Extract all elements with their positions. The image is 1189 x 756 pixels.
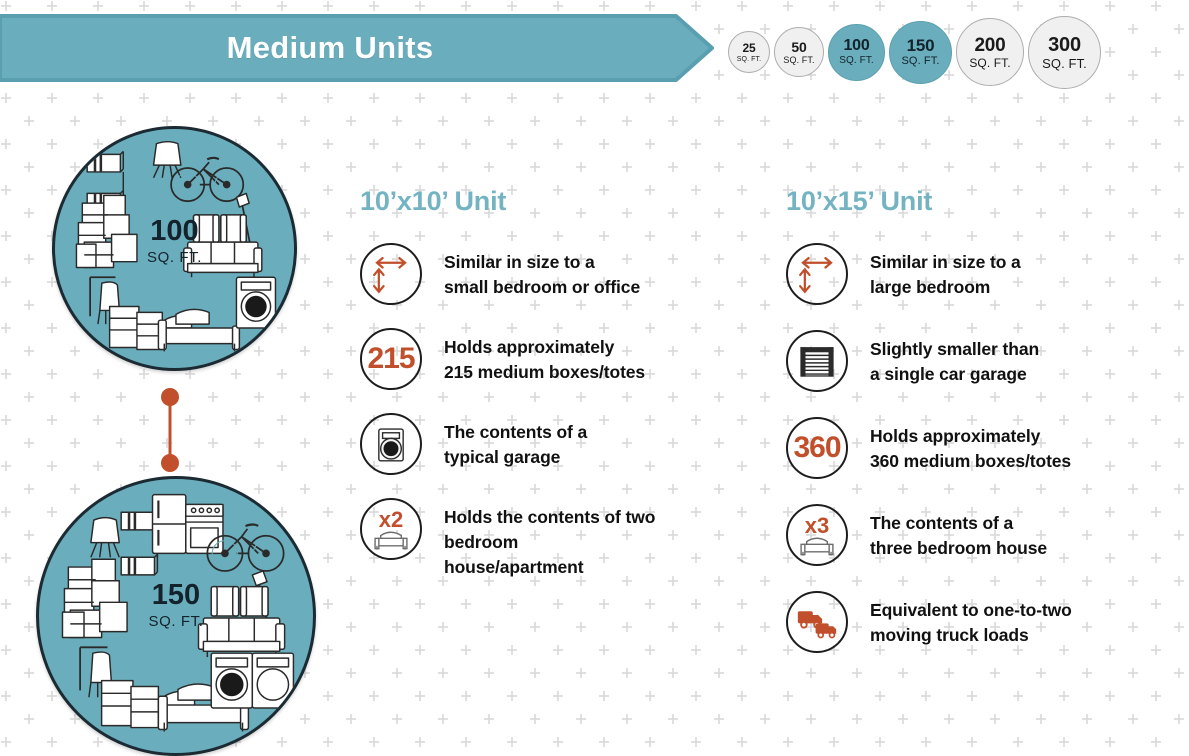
feature-text: Similar in size to a small bedroom or of… xyxy=(444,252,641,298)
feature-item: Similar in size to a small bedroom or of… xyxy=(360,243,780,305)
size-chip-value: 300 xyxy=(1048,33,1081,56)
washing-machine-icon xyxy=(360,413,422,475)
unit-150-contents-art xyxy=(61,493,295,732)
bed-multiplier-value: x3 xyxy=(804,513,830,538)
feature-item: Equivalent to one-to-two moving truck lo… xyxy=(786,591,1186,653)
size-chip-300[interactable]: 300 SQ. FT. xyxy=(1028,15,1101,89)
bed-multiplier-icon: x2 xyxy=(360,498,422,560)
size-chip-value: 100 xyxy=(843,37,870,54)
garage-door-icon xyxy=(786,330,848,392)
dimensions-arrows-icon xyxy=(799,256,833,294)
box-count-icon: 360 xyxy=(786,417,848,479)
size-chip-value: 25 xyxy=(742,40,756,55)
dimensions-arrows-icon xyxy=(360,243,422,305)
unit-illustrations: 100 SQ. FT. 150 SQ. FT. xyxy=(0,96,345,756)
page-title: Medium Units xyxy=(226,30,434,65)
feature-text: Holds approximately 215 medium boxes/tot… xyxy=(444,337,646,383)
size-chip-25[interactable]: 25 SQ. FT. xyxy=(728,31,770,73)
dimensions-arrows-icon xyxy=(373,256,407,294)
garage-door-icon xyxy=(800,347,834,377)
feature-item: 215 Holds approximately 215 medium boxes/… xyxy=(360,328,780,390)
feature-text: The contents of a three bedroom house xyxy=(870,513,1048,559)
feature-text: Similar in size to a large bedroom xyxy=(870,252,1021,298)
moving-trucks-icon xyxy=(797,611,837,639)
feature-item: 360 Holds approximately 360 medium boxes/… xyxy=(786,417,1186,479)
box-count-value: 360 xyxy=(793,431,841,464)
unit-100-contents-art xyxy=(75,140,277,352)
size-chip-value: 150 xyxy=(906,36,935,55)
feature-list-10x10: Similar in size to a small bedroom or of… xyxy=(360,243,780,581)
feature-text: Slightly smaller than a single car garag… xyxy=(870,339,1040,385)
unit-column-10x10: 10’x10’ Unit Similar in size to a small … xyxy=(360,186,780,604)
size-chip-unit: SQ. FT. xyxy=(901,55,940,67)
column-heading-10x10: 10’x10’ Unit xyxy=(360,186,507,216)
dimensions-arrows-icon xyxy=(786,243,848,305)
column-heading-10x15: 10’x15’ Unit xyxy=(786,186,933,216)
header-banner: Medium Units xyxy=(0,14,716,82)
bed-multiplier-icon: x3 xyxy=(786,504,848,566)
size-chip-150[interactable]: 150 SQ. FT. xyxy=(889,20,952,84)
size-selector[interactable]: 25 SQ. FT. 50 SQ. FT. 100 SQ. FT. 150 SQ. FT. 20… xyxy=(728,14,1183,90)
size-chip-200[interactable]: 200 SQ. FT. xyxy=(956,18,1024,86)
size-chip-unit: SQ. FT. xyxy=(1042,55,1087,71)
circle-connector xyxy=(161,388,179,472)
feature-text: Holds approximately 360 medium boxes/tot… xyxy=(870,426,1072,472)
box-count-icon: 215 xyxy=(360,328,422,390)
feature-text: The contents of a typical garage xyxy=(444,422,588,468)
size-chip-unit: SQ. FT. xyxy=(736,55,762,63)
unit-circle-100: 100 SQ. FT. xyxy=(52,126,297,371)
washing-machine-icon xyxy=(378,428,404,462)
box-count-value: 215 xyxy=(367,342,415,375)
feature-item: Slightly smaller than a single car garag… xyxy=(786,330,1186,392)
feature-item: The contents of a typical garage xyxy=(360,413,780,475)
unit-column-10x15: 10’x15’ Unit Similar in size to a large … xyxy=(786,186,1186,678)
unit-circle-150: 150 SQ. FT. xyxy=(36,476,316,756)
size-chip-unit: SQ. FT. xyxy=(839,55,874,66)
size-chip-value: 200 xyxy=(974,34,1006,56)
moving-trucks-icon xyxy=(786,591,848,653)
feature-item: x2 Holds the contents of two bedroom hous… xyxy=(360,498,780,581)
size-chip-unit: SQ. FT. xyxy=(783,54,815,65)
feature-item: x3 The contents of a three bedroom house xyxy=(786,504,1186,566)
page-header: Medium Units 25 SQ. FT. 50 SQ. FT. 100 SQ. FT… xyxy=(0,0,1189,96)
feature-text: Holds the contents of two bedroom house/… xyxy=(444,507,656,578)
bed-multiplier-value: x2 xyxy=(378,507,404,532)
size-chip-value: 50 xyxy=(791,38,807,55)
feature-text: Equivalent to one-to-two moving truck lo… xyxy=(870,600,1072,646)
size-chip-100[interactable]: 100 SQ. FT. xyxy=(828,23,885,81)
size-chip-50[interactable]: 50 SQ. FT. xyxy=(774,27,824,77)
feature-list-10x15: Similar in size to a large bedroom Sligh… xyxy=(786,243,1186,653)
feature-item: Similar in size to a large bedroom xyxy=(786,243,1186,305)
size-chip-unit: SQ. FT. xyxy=(969,55,1011,70)
